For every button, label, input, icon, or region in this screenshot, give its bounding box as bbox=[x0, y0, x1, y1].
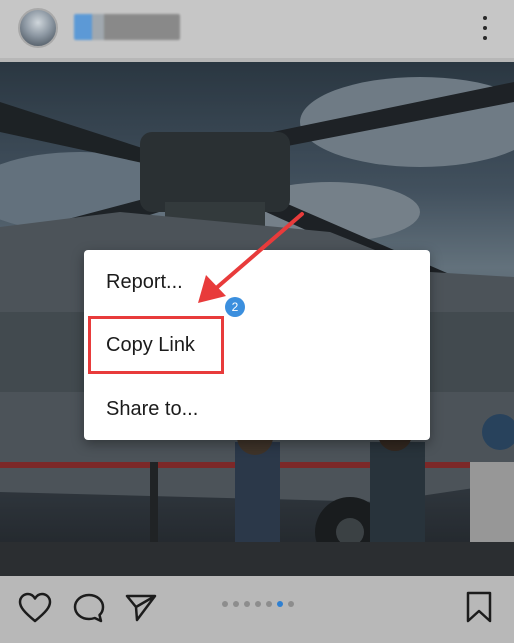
annotation-arrow bbox=[198, 212, 304, 303]
carousel-dot bbox=[266, 601, 272, 607]
heart-icon[interactable] bbox=[18, 592, 52, 624]
carousel-dot bbox=[244, 601, 250, 607]
carousel-dot bbox=[255, 601, 261, 607]
carousel-indicator bbox=[222, 601, 294, 607]
comment-icon[interactable] bbox=[72, 592, 106, 624]
send-icon[interactable] bbox=[124, 592, 158, 624]
carousel-dot-active bbox=[277, 601, 283, 607]
carousel-dot bbox=[222, 601, 228, 607]
post-actions-bar bbox=[0, 576, 514, 643]
carousel-dot bbox=[288, 601, 294, 607]
bookmark-icon[interactable] bbox=[464, 590, 494, 624]
carousel-dot bbox=[233, 601, 239, 607]
